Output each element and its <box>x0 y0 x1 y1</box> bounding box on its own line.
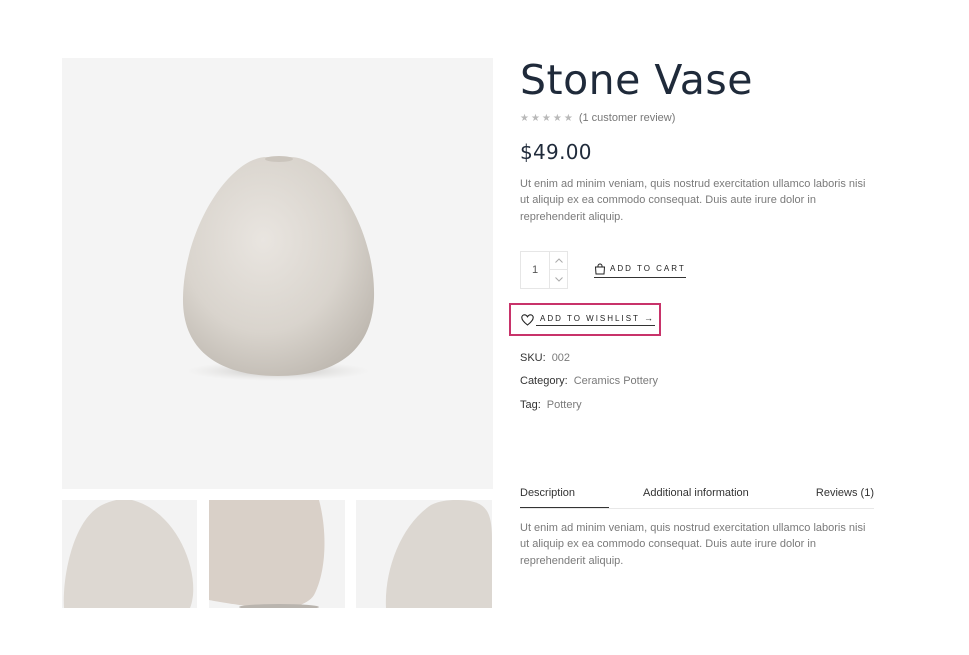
stone-vase-thumbnail <box>209 500 325 608</box>
quantity-input[interactable]: 1 <box>521 252 550 288</box>
tab-description-content: Ut enim ad minim veniam, quis nostrud ex… <box>520 522 866 567</box>
stone-vase-image <box>182 156 375 381</box>
customer-review-link[interactable]: (1 customer review) <box>579 112 676 124</box>
add-to-wishlist-label: ADD TO WISHLIST <box>540 313 640 323</box>
stone-vase-thumbnail <box>385 500 492 608</box>
rating-stars: ★★★★★ <box>520 112 575 124</box>
product-tag: Tag: Pottery <box>520 399 582 411</box>
bag-icon <box>594 263 606 274</box>
chevron-down-icon <box>555 276 563 282</box>
product-category: Category: Ceramics Pottery <box>520 375 658 387</box>
category-link[interactable]: Ceramics Pottery <box>574 375 658 387</box>
tab-description[interactable]: Description <box>520 487 609 508</box>
add-to-cart-button[interactable]: ADD TO CART <box>594 262 686 278</box>
add-to-cart-label: ADD TO CART <box>610 264 686 273</box>
sku-label: SKU: <box>520 352 546 364</box>
add-to-wishlist-text: ADD TO WISHLIST → <box>536 313 655 326</box>
category-label: Category: <box>520 375 568 387</box>
product-rating: ★★★★★ (1 customer review) <box>520 112 675 124</box>
add-to-wishlist-button[interactable]: ADD TO WISHLIST → <box>521 313 655 326</box>
quantity-increase-button[interactable] <box>550 252 568 270</box>
tab-reviews[interactable]: Reviews (1) <box>816 487 874 508</box>
product-main-image[interactable] <box>62 58 493 489</box>
sku-value: 002 <box>551 352 571 364</box>
product-title: Stone Vase <box>520 56 754 104</box>
arrow-right-icon: → <box>643 313 655 323</box>
chevron-up-icon <box>555 258 563 263</box>
product-thumbnail-1[interactable] <box>62 500 197 608</box>
quantity-stepper[interactable]: 1 <box>520 251 568 289</box>
product-thumbnail-3[interactable] <box>356 500 492 608</box>
tag-link[interactable]: Pottery <box>547 399 582 411</box>
heart-icon <box>521 313 534 326</box>
stone-vase-thumbnail <box>63 500 194 608</box>
quantity-decrease-button[interactable] <box>550 270 568 288</box>
product-tabs: Description Additional information Revie… <box>520 487 874 509</box>
product-short-description: Ut enim ad minim veniam, quis nostrud ex… <box>520 178 866 223</box>
product-thumbnail-2[interactable] <box>209 500 345 608</box>
tab-additional-information[interactable]: Additional information <box>643 487 749 508</box>
product-price: $49.00 <box>520 140 592 164</box>
tag-label: Tag: <box>520 399 541 411</box>
product-sku: SKU: 002 <box>520 352 570 364</box>
